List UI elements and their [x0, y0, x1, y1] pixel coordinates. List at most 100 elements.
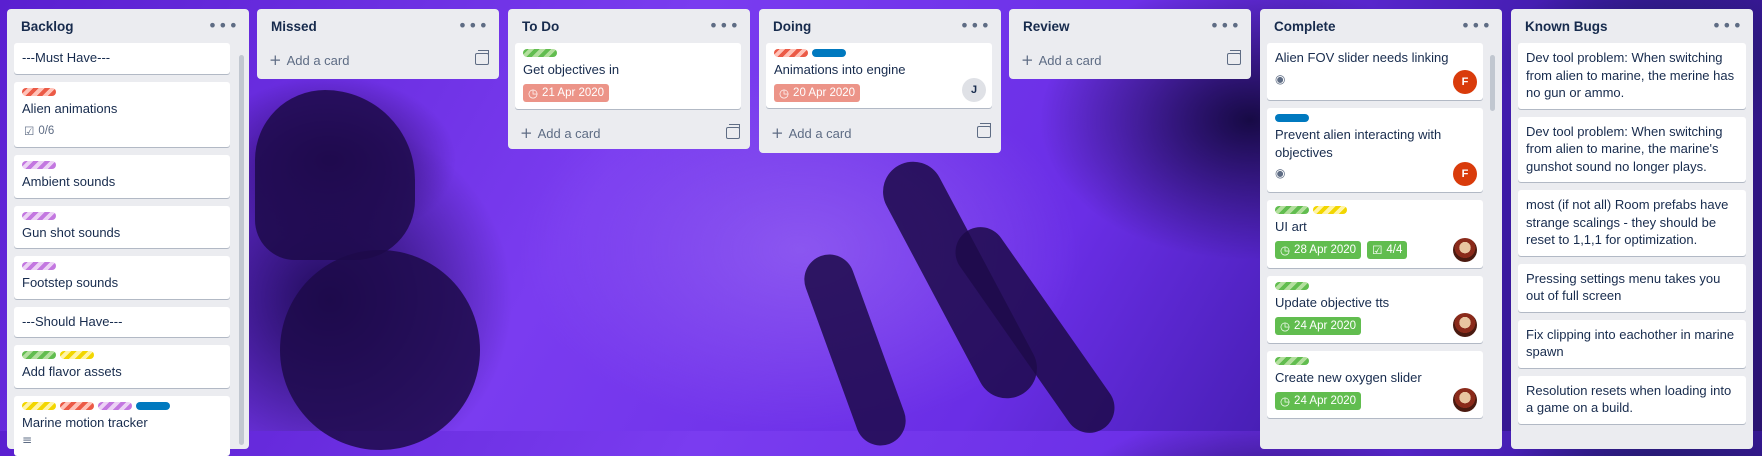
- more-icon[interactable]: •••: [1210, 18, 1241, 34]
- label-blue[interactable]: [812, 49, 846, 57]
- avatar[interactable]: [1453, 313, 1477, 337]
- card[interactable]: Alien FOV slider needs linking ◉ F: [1267, 43, 1483, 100]
- add-card-button[interactable]: + Add a card: [508, 117, 750, 149]
- list-backlog: Backlog ••• ---Must Have--- Alien animat…: [7, 9, 249, 456]
- label-purple[interactable]: [22, 262, 56, 270]
- label-purple[interactable]: [22, 161, 56, 169]
- card[interactable]: Resolution resets when loading into a ga…: [1518, 375, 1746, 424]
- card-title: Alien FOV slider needs linking: [1275, 50, 1449, 65]
- list-header: Review •••: [1009, 9, 1251, 43]
- template-icon[interactable]: [977, 123, 991, 138]
- label-green[interactable]: [523, 49, 557, 57]
- clock-icon: ◷: [1280, 395, 1291, 408]
- due-date-badge[interactable]: ◷ 28 Apr 2020: [1275, 240, 1362, 259]
- card[interactable]: Ambient sounds: [14, 155, 230, 198]
- label-green[interactable]: [1275, 357, 1309, 365]
- card[interactable]: Fix clipping into eachother in marine sp…: [1518, 319, 1746, 368]
- clock-icon: ◷: [1280, 244, 1291, 257]
- card[interactable]: ---Must Have---: [14, 43, 230, 74]
- label-yellow[interactable]: [22, 401, 56, 410]
- add-card-button[interactable]: + Add a card: [1009, 43, 1251, 75]
- label-blue[interactable]: [1275, 114, 1309, 122]
- card-title: Dev tool problem: When switching from al…: [1526, 50, 1735, 100]
- label-red[interactable]: [774, 49, 808, 57]
- due-date-badge[interactable]: ◷ 24 Apr 2020: [1275, 316, 1362, 335]
- template-icon[interactable]: [1227, 50, 1241, 65]
- list-todo: To Do ••• Get objectives in ◷ 21 Apr 2020…: [508, 9, 750, 149]
- avatar[interactable]: [1453, 238, 1477, 262]
- card[interactable]: Dev tool problem: When switching from al…: [1518, 43, 1746, 109]
- plus-icon: +: [269, 50, 282, 69]
- label-purple[interactable]: [98, 401, 132, 410]
- plus-icon: +: [771, 123, 784, 142]
- card[interactable]: Add flavor assets: [14, 345, 230, 388]
- label-red[interactable]: [22, 87, 56, 96]
- card[interactable]: UI art ◷ 28 Apr 2020 ☑ 4/4: [1267, 200, 1483, 268]
- label-red[interactable]: [60, 401, 94, 410]
- card[interactable]: Prevent alien interacting with objective…: [1267, 108, 1483, 192]
- card-title: Marine motion tracker: [22, 414, 148, 430]
- avatar[interactable]: F: [1453, 162, 1477, 186]
- list-missed: Missed ••• + Add a card: [257, 9, 499, 79]
- description-icon: ≡: [22, 433, 33, 447]
- card-title: Create new oxygen slider: [1275, 370, 1422, 385]
- list-header: Doing •••: [759, 9, 1001, 43]
- avatar[interactable]: F: [1453, 70, 1477, 94]
- add-card-button[interactable]: + Add a card: [257, 43, 499, 75]
- clock-icon: ◷: [779, 87, 790, 100]
- eye-icon: ◉: [1275, 166, 1286, 180]
- more-icon[interactable]: •••: [1712, 18, 1743, 34]
- card[interactable]: Create new oxygen slider ◷ 24 Apr 2020: [1267, 351, 1483, 418]
- list-header: Backlog •••: [7, 9, 249, 43]
- due-date-badge[interactable]: ◷ 21 Apr 2020: [523, 83, 610, 102]
- card-title: Resolution resets when loading into a ga…: [1526, 382, 1732, 416]
- scrollbar[interactable]: [1490, 55, 1495, 111]
- more-icon[interactable]: •••: [709, 18, 740, 34]
- label-yellow[interactable]: [1313, 206, 1347, 214]
- card[interactable]: Pressing settings menu takes you out of …: [1518, 263, 1746, 312]
- label-yellow[interactable]: [60, 351, 94, 359]
- card[interactable]: Alien animations ☑ 0/6: [14, 81, 230, 147]
- card[interactable]: Dev tool problem: When switching from al…: [1518, 116, 1746, 182]
- add-card-button[interactable]: + Add a card: [759, 116, 1001, 148]
- more-icon[interactable]: •••: [208, 18, 239, 34]
- card-title: Pressing settings menu takes you out of …: [1526, 270, 1721, 304]
- card[interactable]: Footstep sounds: [14, 256, 230, 299]
- avatar[interactable]: [1453, 388, 1477, 412]
- scrollbar[interactable]: [239, 55, 244, 445]
- clock-icon: ◷: [528, 87, 539, 100]
- label-blue[interactable]: [136, 401, 170, 410]
- due-date-badge[interactable]: ◷ 20 Apr 2020: [774, 83, 861, 102]
- card[interactable]: Animations into engine ◷ 20 Apr 2020 J: [766, 43, 992, 108]
- card-title: Prevent alien interacting with objective…: [1275, 127, 1442, 160]
- checklist-icon: ☑: [24, 126, 35, 138]
- more-icon[interactable]: •••: [458, 18, 489, 34]
- label-purple[interactable]: [22, 211, 56, 220]
- card[interactable]: Gun shot sounds: [14, 205, 230, 248]
- list-title: Missed: [271, 18, 317, 34]
- label-green[interactable]: [22, 351, 56, 359]
- card-title: Footstep sounds: [22, 275, 119, 290]
- eye-icon: ◉: [1275, 71, 1286, 86]
- list-title: Review: [1023, 18, 1070, 34]
- plus-icon: +: [1021, 50, 1034, 69]
- card[interactable]: most (if not all) Room prefabs have stra…: [1518, 190, 1746, 256]
- card[interactable]: Get objectives in ◷ 21 Apr 2020: [515, 43, 741, 109]
- due-date-badge[interactable]: ◷ 24 Apr 2020: [1275, 391, 1362, 410]
- avatar[interactable]: J: [962, 78, 986, 102]
- list-title: Backlog: [21, 18, 74, 34]
- card[interactable]: Update objective tts ◷ 24 Apr 2020: [1267, 276, 1483, 343]
- more-icon[interactable]: •••: [960, 18, 991, 34]
- label-green[interactable]: [1275, 282, 1309, 290]
- template-icon[interactable]: [726, 123, 740, 139]
- card-title: Dev tool problem: When switching from al…: [1526, 123, 1723, 174]
- list-header: Missed •••: [257, 9, 499, 43]
- label-green[interactable]: [1275, 206, 1309, 214]
- more-icon[interactable]: •••: [1461, 18, 1492, 34]
- card-title: UI art: [1275, 219, 1307, 234]
- template-icon[interactable]: [475, 50, 489, 65]
- card[interactable]: Marine motion tracker ≡: [14, 395, 230, 456]
- checklist-icon: ☑: [1372, 244, 1383, 257]
- list-review: Review ••• + Add a card: [1009, 9, 1251, 79]
- card[interactable]: ---Should Have---: [14, 306, 230, 337]
